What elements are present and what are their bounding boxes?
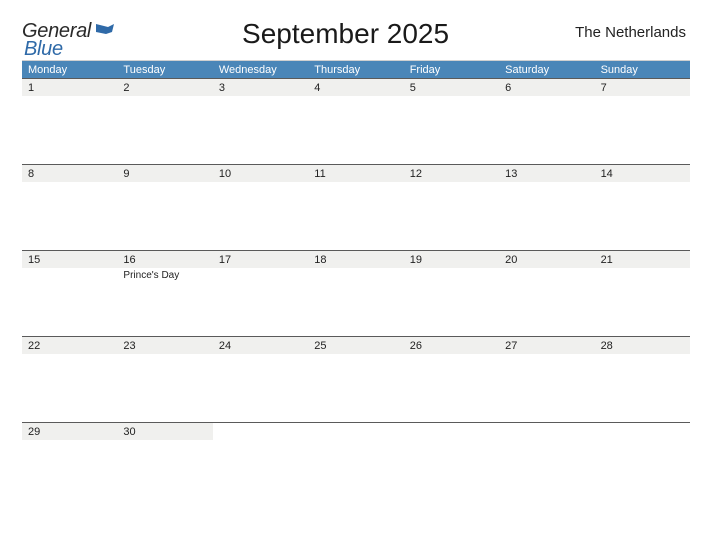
flag-icon: [96, 24, 116, 40]
day-number: 28: [595, 336, 690, 354]
day-cell: 22: [22, 336, 117, 422]
day-number: 16: [117, 250, 212, 268]
day-cell: 18: [308, 250, 403, 336]
day-cell: 17: [213, 250, 308, 336]
region-label: The Netherlands: [575, 24, 686, 41]
day-cell: 11: [308, 164, 403, 250]
day-number: 8: [22, 164, 117, 182]
day-number: 9: [117, 164, 212, 182]
day-cell: 1: [22, 78, 117, 164]
day-cell: 5: [404, 78, 499, 164]
day-number: 7: [595, 78, 690, 96]
day-cell: 2: [117, 78, 212, 164]
day-cell: 29: [22, 422, 117, 508]
day-number: 25: [308, 336, 403, 354]
week-row: 2930: [22, 422, 690, 508]
day-number: [595, 422, 690, 440]
day-number: 14: [595, 164, 690, 182]
weekday: Friday: [404, 61, 499, 78]
day-cell: 30: [117, 422, 212, 508]
day-number: 19: [404, 250, 499, 268]
day-number: 2: [117, 78, 212, 96]
day-number: 20: [499, 250, 594, 268]
weekday: Sunday: [595, 61, 690, 78]
day-number: 4: [308, 78, 403, 96]
day-number: 29: [22, 422, 117, 440]
day-number: 22: [22, 336, 117, 354]
weekday: Wednesday: [213, 61, 308, 78]
day-cell: [308, 422, 403, 508]
day-number: 1: [22, 78, 117, 96]
day-cell: 10: [213, 164, 308, 250]
day-cell: 4: [308, 78, 403, 164]
day-number: 30: [117, 422, 212, 440]
day-note: Prince's Day: [117, 268, 212, 283]
day-cell: 24: [213, 336, 308, 422]
day-cell: 6: [499, 78, 594, 164]
day-cell: 8: [22, 164, 117, 250]
day-number: [499, 422, 594, 440]
weeks-container: 12345678910111213141516Prince's Day17181…: [22, 78, 690, 508]
day-number: [308, 422, 403, 440]
day-cell: 3: [213, 78, 308, 164]
day-number: 13: [499, 164, 594, 182]
weekday: Monday: [22, 61, 117, 78]
day-cell: [595, 422, 690, 508]
day-number: 17: [213, 250, 308, 268]
day-number: 12: [404, 164, 499, 182]
day-cell: 19: [404, 250, 499, 336]
day-number: 18: [308, 250, 403, 268]
day-number: 6: [499, 78, 594, 96]
day-number: 21: [595, 250, 690, 268]
day-number: 27: [499, 336, 594, 354]
day-cell: 20: [499, 250, 594, 336]
day-cell: 23: [117, 336, 212, 422]
day-number: 3: [213, 78, 308, 96]
day-number: 15: [22, 250, 117, 268]
calendar: Monday Tuesday Wednesday Thursday Friday…: [22, 60, 690, 508]
day-cell: 21: [595, 250, 690, 336]
day-number: 11: [308, 164, 403, 182]
day-cell: 15: [22, 250, 117, 336]
day-number: 26: [404, 336, 499, 354]
day-number: 10: [213, 164, 308, 182]
day-cell: 25: [308, 336, 403, 422]
brand-part2: Blue: [24, 38, 63, 61]
day-number: [213, 422, 308, 440]
day-number: 23: [117, 336, 212, 354]
week-row: 1234567: [22, 78, 690, 164]
day-cell: 13: [499, 164, 594, 250]
day-cell: 9: [117, 164, 212, 250]
day-number: 5: [404, 78, 499, 96]
day-cell: 28: [595, 336, 690, 422]
day-cell: [499, 422, 594, 508]
day-cell: [213, 422, 308, 508]
week-row: 1516Prince's Day1718192021: [22, 250, 690, 336]
page-title: September 2025: [116, 18, 575, 50]
day-cell: 14: [595, 164, 690, 250]
week-row: 891011121314: [22, 164, 690, 250]
day-cell: 12: [404, 164, 499, 250]
day-number: 24: [213, 336, 308, 354]
weekday: Thursday: [308, 61, 403, 78]
weekday: Tuesday: [117, 61, 212, 78]
day-cell: 26: [404, 336, 499, 422]
day-number: [404, 422, 499, 440]
day-cell: 27: [499, 336, 594, 422]
header: General Blue September 2025 The Netherla…: [22, 18, 690, 50]
weekday-header: Monday Tuesday Wednesday Thursday Friday…: [22, 60, 690, 78]
weekday: Saturday: [499, 61, 594, 78]
day-cell: 7: [595, 78, 690, 164]
day-cell: [404, 422, 499, 508]
week-row: 22232425262728: [22, 336, 690, 422]
day-cell: 16Prince's Day: [117, 250, 212, 336]
